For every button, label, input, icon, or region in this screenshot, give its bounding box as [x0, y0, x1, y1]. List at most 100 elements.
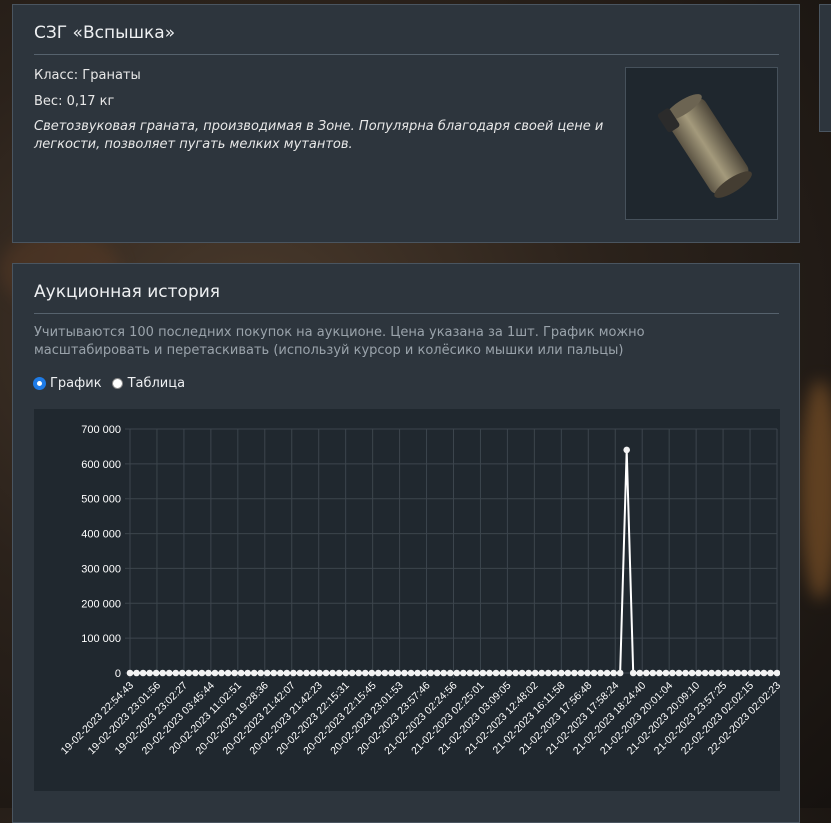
y-tick-label: 0	[115, 668, 121, 680]
grenade-image	[657, 94, 752, 198]
data-point	[597, 669, 604, 677]
data-point	[139, 669, 147, 677]
data-point	[610, 669, 617, 677]
data-point	[479, 669, 487, 677]
data-point	[211, 669, 219, 677]
data-point	[466, 669, 474, 677]
history-note: Учитываются 100 последних покупок на аук…	[34, 325, 645, 358]
data-point	[218, 669, 225, 677]
data-point	[342, 669, 349, 677]
data-point	[499, 669, 506, 677]
data-point	[564, 669, 572, 677]
data-point	[714, 669, 722, 677]
data-point	[335, 669, 343, 677]
data-point	[551, 669, 559, 677]
data-point	[701, 669, 709, 677]
data-point	[440, 669, 447, 677]
data-point	[446, 669, 454, 677]
auction-history-panel: Аукционная история Учитываются 100 после…	[12, 263, 800, 823]
data-point	[277, 669, 284, 677]
data-point	[760, 669, 768, 677]
side-panel-edge	[819, 4, 831, 132]
data-point	[460, 669, 467, 677]
data-point	[126, 669, 134, 677]
data-point	[263, 669, 271, 677]
item-description: Светозвуковая граната, производимая в Зо…	[34, 119, 604, 152]
data-point	[682, 669, 689, 677]
data-point	[577, 669, 585, 677]
data-point	[773, 669, 780, 677]
data-point	[283, 669, 291, 677]
data-point	[584, 669, 591, 677]
data-point	[636, 669, 644, 677]
data-point	[538, 669, 546, 677]
data-point	[146, 669, 153, 677]
data-point	[348, 669, 356, 677]
data-point	[669, 669, 676, 677]
item-info-panel: СЗГ «Вспышка» Класс: Гранаты Вес: 0,17 к…	[12, 4, 800, 243]
data-point	[518, 669, 526, 677]
data-point	[388, 669, 395, 677]
data-point	[708, 669, 715, 677]
radio-table-dot[interactable]	[111, 378, 123, 389]
data-point	[420, 669, 428, 677]
data-point	[531, 669, 539, 677]
data-point	[231, 669, 238, 677]
data-point	[767, 669, 774, 677]
data-point	[453, 669, 461, 677]
data-point	[290, 669, 297, 677]
data-point	[688, 669, 696, 677]
y-tick-label: 700 000	[81, 424, 121, 436]
y-tick-label: 300 000	[81, 563, 121, 575]
data-point	[185, 669, 193, 677]
data-point	[747, 669, 755, 677]
data-point	[329, 669, 336, 677]
data-point	[616, 669, 624, 677]
data-point	[224, 669, 232, 677]
data-point	[754, 669, 761, 677]
data-point	[368, 669, 376, 677]
data-point	[178, 669, 186, 677]
data-point	[316, 669, 323, 677]
radio-chart[interactable]: График	[34, 376, 102, 391]
data-point	[603, 669, 611, 677]
data-point	[727, 669, 735, 677]
data-point	[590, 669, 598, 677]
data-point	[375, 669, 382, 677]
data-point	[427, 669, 434, 677]
data-point	[544, 669, 552, 677]
data-point	[322, 669, 330, 677]
data-point	[192, 669, 199, 677]
y-tick-label: 400 000	[81, 529, 121, 541]
data-point	[486, 669, 493, 677]
data-point	[133, 669, 140, 677]
radio-chart-dot[interactable]	[34, 378, 45, 389]
item-weight: Вес: 0,17 кг	[34, 94, 115, 109]
data-point	[237, 669, 245, 677]
data-point	[662, 669, 670, 677]
data-point	[152, 669, 160, 677]
data-point	[394, 669, 402, 677]
data-point	[571, 669, 578, 677]
data-point	[159, 669, 166, 677]
data-point	[741, 669, 748, 677]
data-point	[407, 669, 415, 677]
data-point	[244, 669, 251, 677]
data-point	[473, 669, 480, 677]
data-point	[257, 669, 265, 677]
price-chart[interactable]: 0 100 000 200 000 300 000 400 000 500 000 600 …	[34, 409, 780, 791]
price-chart-svg[interactable]: 0 100 000 200 000 300 000 400 000 500 000 600 …	[34, 409, 780, 791]
data-point	[656, 669, 663, 677]
radio-chart-label: График	[50, 376, 102, 391]
data-point	[505, 669, 513, 677]
data-point	[355, 669, 363, 677]
y-tick-label: 200 000	[81, 598, 121, 610]
y-tick-label: 100 000	[81, 633, 121, 645]
data-point	[642, 669, 650, 677]
data-point	[381, 669, 389, 677]
view-toggle: График Таблица	[34, 376, 195, 391]
data-point	[721, 669, 729, 677]
radio-table[interactable]: Таблица	[111, 376, 185, 391]
data-point	[512, 669, 519, 677]
y-tick-label: 600 000	[81, 459, 121, 471]
